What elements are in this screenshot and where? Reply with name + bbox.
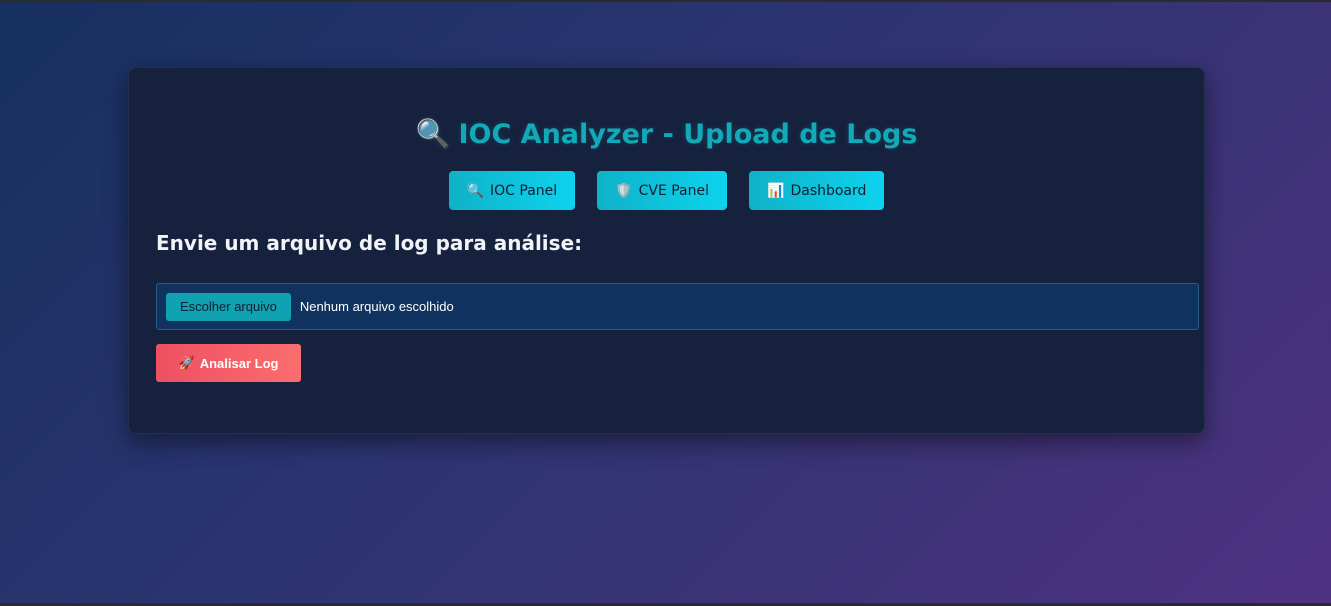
rocket-icon: 🚀: [178, 355, 195, 370]
window-top-edge: [0, 0, 1331, 2]
magnifier-icon: 🔍: [466, 182, 484, 199]
upload-heading: Envie um arquivo de log para análise:: [156, 231, 583, 255]
page-title: 🔍 IOC Analyzer - Upload de Logs: [129, 116, 1204, 153]
ioc-panel-button[interactable]: 🔍 IOC Panel: [448, 171, 576, 210]
choose-file-button[interactable]: Escolher arquivo: [166, 292, 291, 321]
upload-card: 🔍 IOC Analyzer - Upload de Logs 🔍 IOC Pan…: [128, 67, 1205, 434]
cve-panel-button[interactable]: 🛡️ CVE Panel: [597, 171, 728, 210]
dashboard-label: Dashboard: [790, 182, 867, 199]
ioc-panel-label: IOC Panel: [490, 182, 558, 199]
file-input[interactable]: Escolher arquivo Nenhum arquivo escolhid…: [156, 283, 1199, 330]
nav-bar: 🔍 IOC Panel 🛡️ CVE Panel 📊 Dashboard: [129, 171, 1204, 210]
analyze-log-button[interactable]: 🚀 Analisar Log: [156, 344, 301, 382]
magnifier-icon: 🔍: [415, 117, 451, 150]
analyze-log-label: Analisar Log: [199, 355, 279, 371]
cve-panel-label: CVE Panel: [638, 182, 710, 199]
bar-chart-icon: 📊: [767, 182, 785, 199]
file-status-text: Nenhum arquivo escolhido: [299, 299, 454, 314]
dashboard-button[interactable]: 📊 Dashboard: [749, 171, 885, 210]
page-title-text: IOC Analyzer - Upload de Logs: [458, 119, 918, 150]
shield-icon: 🛡️: [615, 182, 633, 199]
